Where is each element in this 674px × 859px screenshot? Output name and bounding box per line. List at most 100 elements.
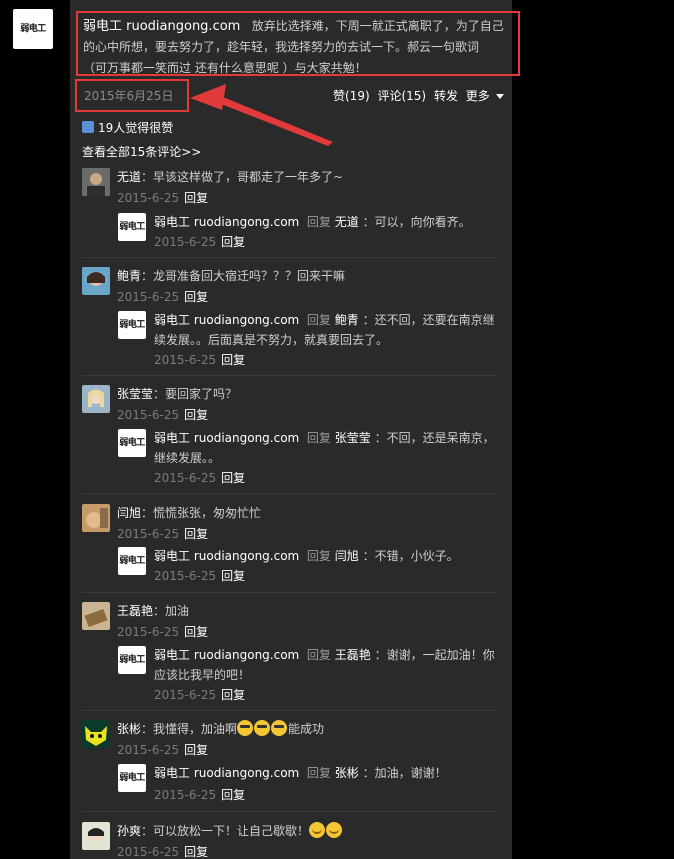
divider xyxy=(82,375,496,376)
comment-author-line: 张莹莹：要回家了吗？ xyxy=(117,385,237,402)
reply-text: ：不回，还是呆南京， xyxy=(374,431,495,445)
reply-button[interactable]: 回复 xyxy=(221,788,245,802)
reply-to-label: 回复 xyxy=(306,648,331,662)
reply-date: 2015-6-25 xyxy=(154,471,217,485)
divider xyxy=(82,592,496,593)
reply-date: 2015-6-25 xyxy=(154,788,217,802)
reply-button[interactable]: 回复 xyxy=(184,191,208,205)
logo-text: 弱电工 xyxy=(119,555,145,566)
reply-to-name[interactable]: 张莹莹 xyxy=(335,431,371,445)
comment-text: ：慌慌张张，匆匆忙忙 xyxy=(141,506,262,520)
reply-author[interactable]: 弱电工 ruodiangong.com xyxy=(154,549,299,563)
comment-text: ：早该这样做了，哥都走了一年多了~ xyxy=(141,170,344,184)
avatar[interactable]: 弱电工 xyxy=(118,547,146,575)
avatar[interactable]: 弱电工 xyxy=(118,764,146,792)
comment-text: ：我懂得，加油啊 xyxy=(141,722,238,736)
reply-author[interactable]: 弱电工 ruodiangong.com xyxy=(154,313,299,327)
reply-button[interactable]: 回复 xyxy=(184,625,208,639)
reply-author[interactable]: 弱电工 ruodiangong.com xyxy=(154,648,299,662)
comment-date: 2015-6-25 xyxy=(117,290,180,304)
commenter-name[interactable]: 闫旭 xyxy=(117,506,141,520)
comment-text: ：要回家了吗？ xyxy=(153,387,238,401)
reply-body: 弱电工 ruodiangong.com 回复 无道 ：可以，向你看齐。 xyxy=(154,212,498,232)
reply-date: 2015-6-25 xyxy=(154,235,217,249)
avatar[interactable] xyxy=(82,168,110,196)
avatar[interactable] xyxy=(82,602,110,630)
divider xyxy=(82,811,496,812)
reply-author[interactable]: 弱电工 ruodiangong.com xyxy=(154,215,299,229)
reply-button[interactable]: 回复 xyxy=(184,845,208,859)
reply-to-name[interactable]: 鲍青 xyxy=(335,313,359,327)
comment-date: 2015-6-25 xyxy=(117,408,180,422)
comment-meta: 2015-6-25 回复 xyxy=(117,288,208,305)
reply-meta: 2015-6-25 回复 xyxy=(154,469,245,486)
avatar[interactable] xyxy=(82,267,110,295)
reply-author[interactable]: 弱电工 ruodiangong.com xyxy=(154,431,299,445)
reply-body: 弱电工 ruodiangong.com 回复 张彬 ：加油，谢谢！ xyxy=(154,763,498,783)
avatar[interactable]: 弱电工 xyxy=(118,429,146,457)
commenter-name[interactable]: 王磊艳 xyxy=(117,604,153,618)
author-avatar[interactable]: 弱电工 xyxy=(13,9,53,49)
comment-author-line: 张彬：我懂得，加油啊 能成功 xyxy=(117,720,324,737)
avatar[interactable]: 弱电工 xyxy=(118,646,146,674)
more-button[interactable]: 更多 xyxy=(466,89,508,103)
reply-text: ：加油，谢谢！ xyxy=(362,766,447,780)
reply-button[interactable]: 回复 xyxy=(184,743,208,757)
post-author[interactable]: 弱电工 ruodiangong.com xyxy=(83,19,240,34)
reply-author[interactable]: 弱电工 ruodiangong.com xyxy=(154,766,299,780)
commenter-name[interactable]: 张彬 xyxy=(117,722,141,736)
avatar[interactable] xyxy=(82,504,110,532)
reply-button[interactable]: 回复 xyxy=(221,688,245,702)
commenter-name[interactable]: 张莹莹 xyxy=(117,387,153,401)
avatar[interactable] xyxy=(82,385,110,413)
comment-button[interactable]: 评论(15) xyxy=(377,89,426,103)
commenter-name[interactable]: 鲍青 xyxy=(117,269,141,283)
reply-to-label: 回复 xyxy=(306,766,331,780)
comment-author-line: 无道：早该这样做了，哥都走了一年多了~ xyxy=(117,168,343,185)
logo-text: 弱电工 xyxy=(119,319,145,330)
avatar[interactable] xyxy=(82,822,110,850)
like-button[interactable]: 赞(19) xyxy=(333,89,370,103)
sunglasses-emoji-icon xyxy=(254,720,271,736)
logo-text: 弱电工 xyxy=(119,437,145,448)
sunglasses-emoji-icon xyxy=(237,720,254,736)
reply-to-name[interactable]: 张彬 xyxy=(335,766,359,780)
view-all-comments-link[interactable]: 查看全部15条评论>> xyxy=(82,143,201,160)
reply-to-name[interactable]: 无道 xyxy=(335,215,359,229)
reply-meta: 2015-6-25 回复 xyxy=(154,686,245,703)
more-label: 更多 xyxy=(465,89,490,103)
avatar[interactable]: 弱电工 xyxy=(118,311,146,339)
reply-button[interactable]: 回复 xyxy=(221,471,245,485)
reply-button[interactable]: 回复 xyxy=(184,408,208,422)
reply-text-cont: 续发展。。后面真是不努力，就真要回去了。 xyxy=(154,333,389,347)
reply-button[interactable]: 回复 xyxy=(184,290,208,304)
comment-meta: 2015-6-25 回复 xyxy=(117,406,208,423)
comment-author-line: 王磊艳：加油 xyxy=(117,602,189,619)
avatar[interactable]: 弱电工 xyxy=(118,213,146,241)
commenter-name[interactable]: 无道 xyxy=(117,170,141,184)
reply-text: ：可以，向你看齐。 xyxy=(362,215,471,229)
post-date: 2015年6月25日 xyxy=(75,79,189,112)
likes-summary: 19人觉得很赞 xyxy=(82,119,173,136)
comment-item: 张莹莹：要回家了吗？ 2015-6-25 回复 弱电工 弱电工 ruodiango… xyxy=(82,385,498,485)
reply-button[interactable]: 回复 xyxy=(221,235,245,249)
reply-date: 2015-6-25 xyxy=(154,688,217,702)
comment-text: ：加油 xyxy=(153,604,190,618)
reply-text-cont: 应该比我早的吧！ xyxy=(154,668,251,682)
divider xyxy=(82,710,496,711)
commenter-name[interactable]: 孙爽 xyxy=(117,824,141,838)
reply-to-name[interactable]: 王磊艳 xyxy=(335,648,371,662)
post-text-line1: 放弃比选择难，下周一就正式离职了，为了自己 xyxy=(251,19,504,33)
reply-button[interactable]: 回复 xyxy=(221,569,245,583)
reply-to-name[interactable]: 闫旭 xyxy=(335,549,359,563)
comment-text-cont: 能成功 xyxy=(288,722,325,736)
comment-date: 2015-6-25 xyxy=(117,845,180,859)
avatar[interactable] xyxy=(82,720,110,748)
logo-text: 弱电工 xyxy=(119,221,145,232)
comment-meta: 2015-6-25 回复 xyxy=(117,741,208,758)
reply-to-label: 回复 xyxy=(306,313,331,327)
reply-button[interactable]: 回复 xyxy=(221,353,245,367)
logo-text: 弱电工 xyxy=(20,23,46,34)
reply-button[interactable]: 回复 xyxy=(184,527,208,541)
share-button[interactable]: 转发 xyxy=(434,89,458,103)
